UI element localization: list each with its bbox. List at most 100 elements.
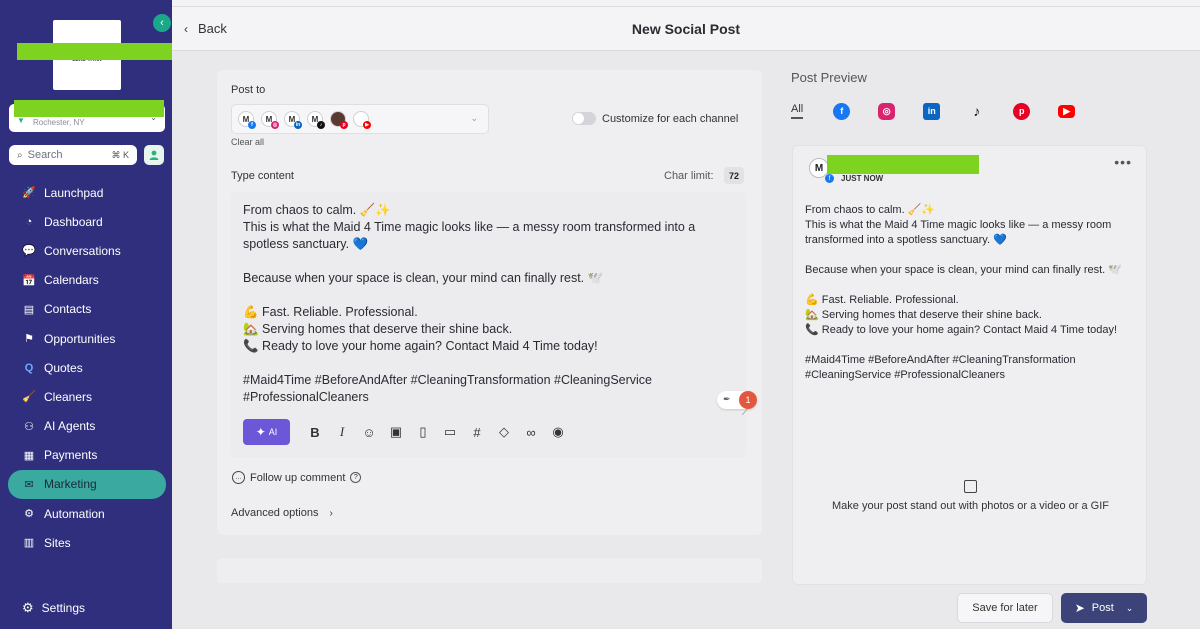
sidebar-item-label: Payments — [44, 448, 98, 463]
preview-line: This is what the Maid 4 Time magic looks… — [805, 219, 1112, 246]
more-options-icon[interactable]: ••• — [1114, 154, 1132, 170]
redacted-block — [14, 100, 164, 117]
gauge-icon: ◔ — [25, 215, 33, 228]
italic-icon[interactable]: I — [333, 423, 351, 441]
sidebar-item-opportunities[interactable]: ⚑ Opportunities — [8, 324, 166, 353]
preview-line: 💪 Fast. Reliable. Professional. — [805, 294, 959, 306]
sidebar-item-calendars[interactable]: 📅 Calendars — [8, 266, 166, 295]
search-input[interactable]: ⌕ Search ⌘ K — [9, 145, 137, 165]
user-button[interactable] — [144, 145, 164, 165]
editor-line: Because when your space is clean, your m… — [243, 271, 604, 285]
mention-icon[interactable]: ◉ — [549, 423, 567, 441]
post-to-label: Post to — [231, 84, 266, 96]
search-placeholder: Search — [27, 149, 63, 161]
broom-icon: 🧹 — [22, 391, 36, 404]
preview-blank-line — [805, 248, 1135, 263]
advanced-options-toggle[interactable]: Advanced options › — [231, 507, 333, 519]
media-placeholder[interactable]: Make your post stand out with photos or … — [823, 480, 1118, 514]
sidebar-item-automation[interactable]: ⚙ Automation — [8, 499, 166, 528]
page-header: ‹ Back New Social Post — [172, 7, 1200, 51]
customize-toggle[interactable] — [572, 112, 596, 125]
preview-blank-line — [805, 278, 1135, 293]
user-icon — [149, 150, 159, 160]
linkedin-icon[interactable]: in — [923, 102, 941, 120]
chevron-down-icon: ⌄ — [1125, 602, 1134, 613]
help-icon[interactable]: ? — [350, 472, 362, 483]
sites-icon: ▥ — [23, 537, 35, 550]
sidebar-item-marketing[interactable]: ✉ Marketing — [8, 469, 166, 500]
editor-line: From chaos to calm. 🧹✨ — [243, 203, 391, 217]
tab-all[interactable]: All — [791, 103, 804, 119]
ai-label: AI — [268, 427, 278, 437]
channel-select[interactable]: Mf M ◎ Min M ♪ p ▶ ⌄ — [231, 104, 489, 134]
youtube-icon[interactable]: ▶ — [1058, 104, 1076, 118]
sidebar-item-label: Dashboard — [44, 214, 103, 229]
sidebar-item-quotes[interactable]: Q Quotes — [8, 353, 166, 382]
emoji-icon[interactable]: ☺ — [360, 423, 378, 441]
channel-facebook-icon: Mf — [238, 111, 256, 129]
resize-handle-icon[interactable]: ⟋ — [742, 407, 748, 418]
post-button[interactable]: ➤ Post ⌄ — [1061, 593, 1147, 623]
chevron-right-icon: › — [329, 508, 333, 519]
instagram-icon[interactable]: ◎ — [878, 102, 896, 120]
editor-line: 📞 Ready to love your home again? Contact… — [243, 339, 598, 353]
clear-all-link[interactable]: Clear all — [231, 137, 264, 147]
composer-footer-strip — [217, 558, 762, 583]
chat-icon: 💬 — [22, 245, 36, 258]
editor-line: This is what the Maid 4 Time magic looks… — [243, 220, 696, 251]
bold-icon[interactable]: B — [306, 423, 324, 441]
sidebar-item-label: Automation — [44, 506, 105, 521]
sidebar-item-label: Contacts — [44, 302, 92, 317]
ai-assist-button[interactable]: ✦ AI — [243, 419, 290, 445]
video-icon[interactable]: ▭ — [441, 423, 459, 441]
image-icon[interactable]: ▣ — [387, 423, 405, 441]
pin-icon: ▼ — [17, 116, 25, 125]
facebook-badge-icon: f — [825, 174, 834, 183]
customize-label: Customize for each channel — [602, 113, 739, 125]
hashtag-icon[interactable]: # — [468, 423, 486, 441]
preview-blank-line — [805, 338, 1135, 353]
collapse-sidebar-button[interactable]: ‹ — [153, 14, 171, 32]
sidebar-item-contacts[interactable]: ▤ Contacts — [8, 295, 166, 324]
sidebar-item-conversations[interactable]: 💬 Conversations — [8, 236, 166, 265]
sidebar-item-launchpad[interactable]: 🚀 Launchpad — [8, 178, 166, 207]
link-icon[interactable]: ∞ — [522, 423, 540, 441]
sidebar-item-cleaners[interactable]: 🧹 Cleaners — [8, 382, 166, 411]
search-icon: ⌕ — [17, 149, 23, 161]
follow-up-comment-button[interactable]: … Follow up comment ? — [232, 471, 362, 484]
preview-tabs: All f ◎ in ♪ p ▶ — [791, 100, 1103, 122]
file-icon[interactable]: ▯ — [414, 423, 432, 441]
post-time: JUST NOW — [841, 174, 884, 183]
media-prompt: Make your post stand out with photos or … — [832, 500, 1109, 512]
save-for-later-button[interactable]: Save for later — [957, 593, 1053, 623]
sidebar-item-payments[interactable]: ▦ Payments — [8, 441, 166, 470]
facebook-icon[interactable]: f — [833, 102, 851, 120]
page-title: New Social Post — [631, 21, 741, 37]
channel-linkedin-icon: Min — [284, 111, 302, 129]
top-strip — [172, 0, 1200, 7]
preview-line: Because when your space is clean, your m… — [805, 264, 1122, 276]
tiktok-icon[interactable]: ♪ — [968, 103, 985, 120]
editor-blank-line — [243, 287, 738, 304]
sidebar-item-settings[interactable]: ⚙ Settings — [22, 600, 85, 616]
payments-icon: ▦ — [23, 449, 35, 462]
sidebar-item-label: Sites — [44, 535, 71, 550]
sidebar-item-dashboard[interactable]: ◔ Dashboard — [8, 207, 166, 236]
channel-instagram-icon: M ◎ — [261, 111, 279, 129]
preview-title: Post Preview — [791, 70, 867, 85]
sidebar-item-sites[interactable]: ▥ Sites — [8, 528, 166, 557]
sidebar-item-ai-agents[interactable]: ⚇ AI Agents — [8, 412, 166, 441]
content-editor[interactable]: From chaos to calm. 🧹✨ This is what the … — [231, 192, 757, 457]
channel-tiktok-icon: M ♪ — [307, 111, 325, 129]
sidebar-nav: 🚀 Launchpad ◔ Dashboard 💬 Conversations 📅 Ca… — [8, 178, 166, 557]
send-icon: ➤ — [1074, 601, 1085, 615]
issues-badge[interactable]: ✒ 1 — [717, 391, 757, 409]
tag-icon[interactable]: ◇ — [495, 423, 513, 441]
sidebar-item-label: Launchpad — [44, 185, 104, 200]
image-icon — [964, 480, 977, 493]
comment-icon: … — [232, 471, 245, 484]
pinterest-icon[interactable]: p — [1013, 102, 1031, 120]
editor-blank-line — [243, 253, 738, 270]
sidebar-item-label: Cleaners — [44, 389, 93, 404]
sidebar: LEAD TITAN ‹ ▼ Rochester, NY ⌄ ⌕ Search … — [0, 0, 172, 629]
